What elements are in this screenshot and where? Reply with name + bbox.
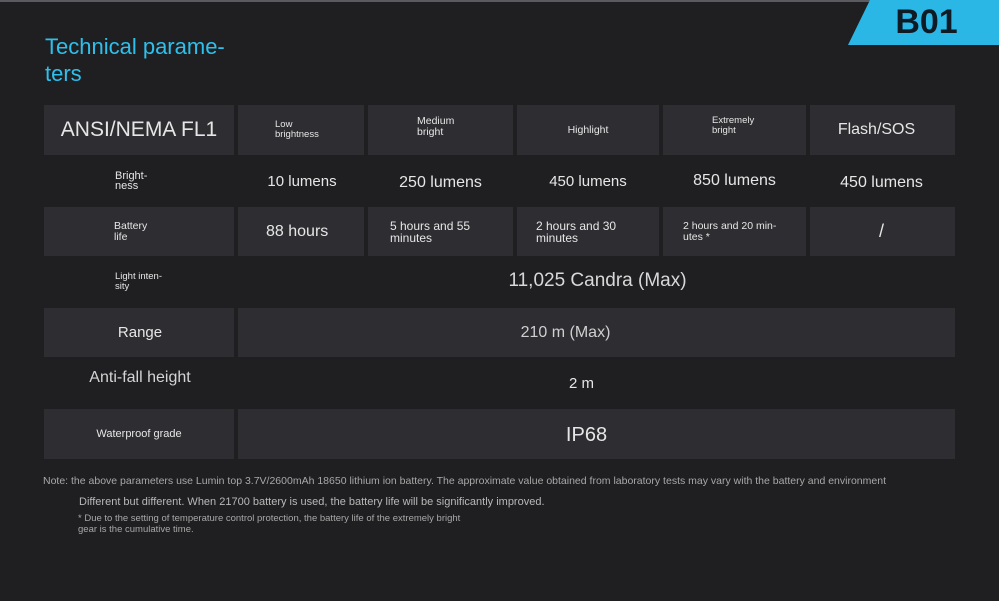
- mode-header-flash-sos: Flash/SOS: [810, 105, 955, 155]
- anti-fall-height-label: Anti-fall height: [89, 369, 191, 386]
- battery-life-medium: 5 hours and 55 minutes: [368, 207, 513, 256]
- note-battery-parameters: Note: the above parameters use Lumin top…: [43, 475, 886, 487]
- table-header-label: ANSI/NEMA FL1: [44, 105, 234, 155]
- model-badge-label: B01: [895, 3, 958, 41]
- brightness-flash-sos: 450 lumens: [840, 174, 923, 191]
- range-value: 210 m (Max): [238, 308, 955, 357]
- battery-life-extreme: 2 hours and 20 min- utes *: [663, 207, 806, 256]
- light-intensity-label: Light inten- sity: [115, 271, 163, 292]
- light-intensity-value: 11,025 Candra (Max): [508, 270, 687, 291]
- battery-life-flash-sos: /: [810, 207, 955, 256]
- note-21700-battery: Different but different. When 21700 batt…: [79, 496, 545, 508]
- mode-header-medium: Medium bright: [368, 105, 513, 155]
- waterproof-grade-label: Waterproof grade: [44, 409, 234, 459]
- battery-life-low: 88 hours: [238, 207, 364, 256]
- mode-header-highlight: Highlight: [517, 105, 659, 155]
- brightness-low: 10 lumens: [267, 172, 337, 190]
- top-border-line: [0, 0, 999, 2]
- section-title: Technical parame- ters: [45, 34, 225, 86]
- battery-life-label: Battery life: [44, 207, 234, 256]
- range-label: Range: [44, 308, 234, 357]
- note-temperature-control: * Due to the setting of temperature cont…: [78, 513, 461, 535]
- battery-life-highlight: 2 hours and 30 minutes: [517, 207, 659, 256]
- brightness-extreme: 850 lumens: [693, 172, 776, 189]
- mode-header-extreme: Extremely bright: [663, 105, 806, 155]
- brightness-medium: 250 lumens: [399, 174, 482, 191]
- anti-fall-height-value: 2 m: [568, 374, 594, 392]
- model-badge: B01: [848, 0, 999, 45]
- mode-header-low: Low brightness: [238, 105, 364, 155]
- brightness-label: Bright- ness: [115, 169, 148, 192]
- brightness-highlight: 450 lumens: [549, 172, 627, 190]
- waterproof-grade-value: IP68: [238, 409, 955, 459]
